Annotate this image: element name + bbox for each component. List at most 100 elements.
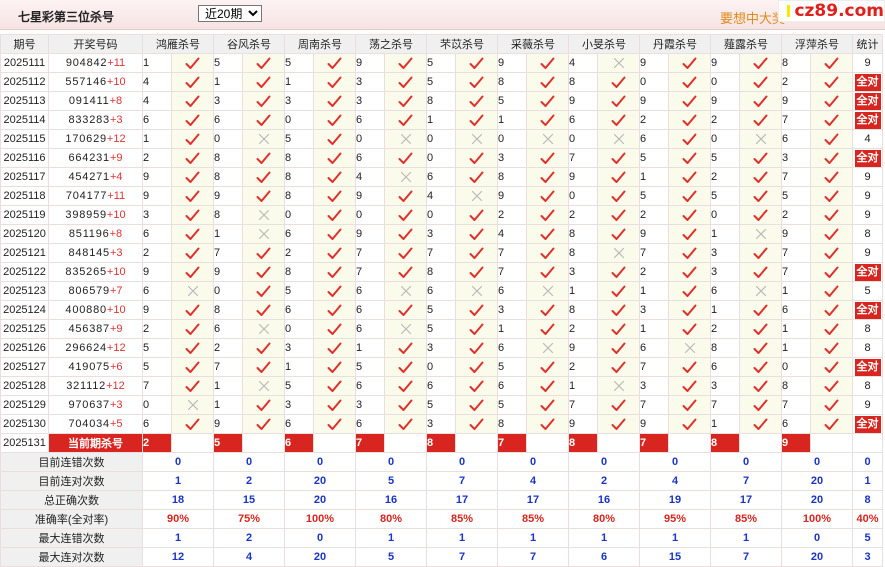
kill-number: 0 xyxy=(426,129,456,149)
draw-extra-number: +3 xyxy=(109,114,123,126)
draw-extra-number: +12 xyxy=(106,342,126,354)
check-icon xyxy=(741,380,781,393)
summary-value: 19 xyxy=(639,490,711,510)
kill-number: 6 xyxy=(142,281,172,301)
result-mark xyxy=(739,414,782,434)
result-mark xyxy=(526,338,569,358)
result-mark xyxy=(810,338,853,358)
result-mark xyxy=(313,243,356,263)
check-icon xyxy=(599,361,639,374)
cross-icon xyxy=(386,171,426,183)
draw-extra-number: +11 xyxy=(107,190,126,202)
check-icon xyxy=(457,342,497,355)
check-icon xyxy=(812,399,852,412)
summary-value: 7 xyxy=(710,547,782,567)
check-icon xyxy=(670,76,710,89)
check-icon xyxy=(244,342,284,355)
table-row: 2025115 170629+12 1 0 5 0 0 0 0 6 0 6 4 xyxy=(0,129,883,149)
kill-number: 2 xyxy=(639,262,669,282)
kill-number: 5 xyxy=(426,53,456,73)
kill-number: 6 xyxy=(426,376,456,396)
result-mark xyxy=(455,243,498,263)
kill-number: 5 xyxy=(284,376,314,396)
col-header: 丹霞杀号 xyxy=(639,34,711,54)
kill-number: 8 xyxy=(284,262,314,282)
summary-value: 95% xyxy=(639,509,711,529)
result-mark xyxy=(810,72,853,92)
kill-number: 6 xyxy=(355,110,385,130)
blank-cell xyxy=(668,433,711,453)
logo-square-icon xyxy=(787,5,791,17)
result-mark xyxy=(455,167,498,187)
cross-icon xyxy=(244,133,284,145)
kill-number: 9 xyxy=(568,414,598,434)
result-mark xyxy=(384,91,427,111)
result-mark xyxy=(810,357,853,377)
check-icon xyxy=(670,380,710,393)
kill-number: 6 xyxy=(497,281,527,301)
check-icon xyxy=(599,266,639,279)
kill-number: 2 xyxy=(568,357,598,377)
kill-number: 6 xyxy=(781,414,811,434)
period-cell: 2025119 xyxy=(0,205,49,225)
check-icon xyxy=(315,95,355,108)
check-icon xyxy=(812,228,852,241)
current-kill-number: 5 xyxy=(213,433,243,453)
kill-number: 1 xyxy=(568,376,598,396)
check-icon xyxy=(173,133,213,146)
top-bar: 七星彩第三位杀号 近20期 要想中大奖 cz89.com xyxy=(0,0,885,30)
draw-main-digits: 456387 xyxy=(68,323,110,335)
check-icon xyxy=(599,342,639,355)
draw-extra-number: +5 xyxy=(109,418,123,430)
result-mark xyxy=(526,243,569,263)
table-body: 2025111 904842+11 1 5 5 9 5 9 4 9 9 8 9 2025112 557146… xyxy=(0,53,883,567)
result-mark xyxy=(668,281,711,301)
table-row: 2025120 851196+8 6 1 6 9 3 4 8 9 1 9 8 xyxy=(0,224,883,244)
result-mark xyxy=(668,53,711,73)
result-mark xyxy=(597,300,640,320)
result-mark xyxy=(810,129,853,149)
kill-number: 6 xyxy=(710,357,740,377)
result-mark xyxy=(242,186,285,206)
draw-main-digits: 851196 xyxy=(68,228,110,240)
result-mark xyxy=(526,110,569,130)
kill-number: 2 xyxy=(497,205,527,225)
kill-number: 3 xyxy=(284,395,314,415)
kill-number: 3 xyxy=(142,205,172,225)
check-icon xyxy=(670,171,710,184)
result-mark xyxy=(242,414,285,434)
result-mark xyxy=(668,91,711,111)
check-icon xyxy=(741,76,781,89)
col-header: 鸿雁杀号 xyxy=(142,34,214,54)
result-mark xyxy=(668,243,711,263)
check-icon xyxy=(812,76,852,89)
kill-number: 8 xyxy=(568,243,598,263)
result-mark xyxy=(739,72,782,92)
check-icon xyxy=(741,399,781,412)
kill-number: 5 xyxy=(639,148,669,168)
kill-number: 3 xyxy=(426,414,456,434)
result-mark xyxy=(384,300,427,320)
kill-number: 7 xyxy=(142,376,172,396)
summary-value: 100% xyxy=(284,509,356,529)
kill-number: 6 xyxy=(284,300,314,320)
check-icon xyxy=(173,114,213,127)
kill-number: 7 xyxy=(710,395,740,415)
promo-link[interactable]: 要想中大奖 xyxy=(720,8,785,27)
check-icon xyxy=(599,190,639,203)
site-logo[interactable]: cz89.com xyxy=(778,0,885,22)
summary-value: 2 xyxy=(213,471,285,491)
result-mark xyxy=(242,395,285,415)
result-mark xyxy=(171,262,214,282)
check-icon xyxy=(457,76,497,89)
result-mark xyxy=(597,110,640,130)
draw-extra-number: +10 xyxy=(106,209,126,221)
summary-value: 0 xyxy=(639,452,711,472)
check-icon xyxy=(812,304,852,317)
summary-value: 100% xyxy=(781,509,853,529)
stat-cell: 全对 xyxy=(852,110,883,130)
check-icon xyxy=(528,171,568,184)
result-mark xyxy=(455,262,498,282)
kill-number: 6 xyxy=(355,300,385,320)
period-select[interactable]: 近20期 xyxy=(198,5,262,22)
